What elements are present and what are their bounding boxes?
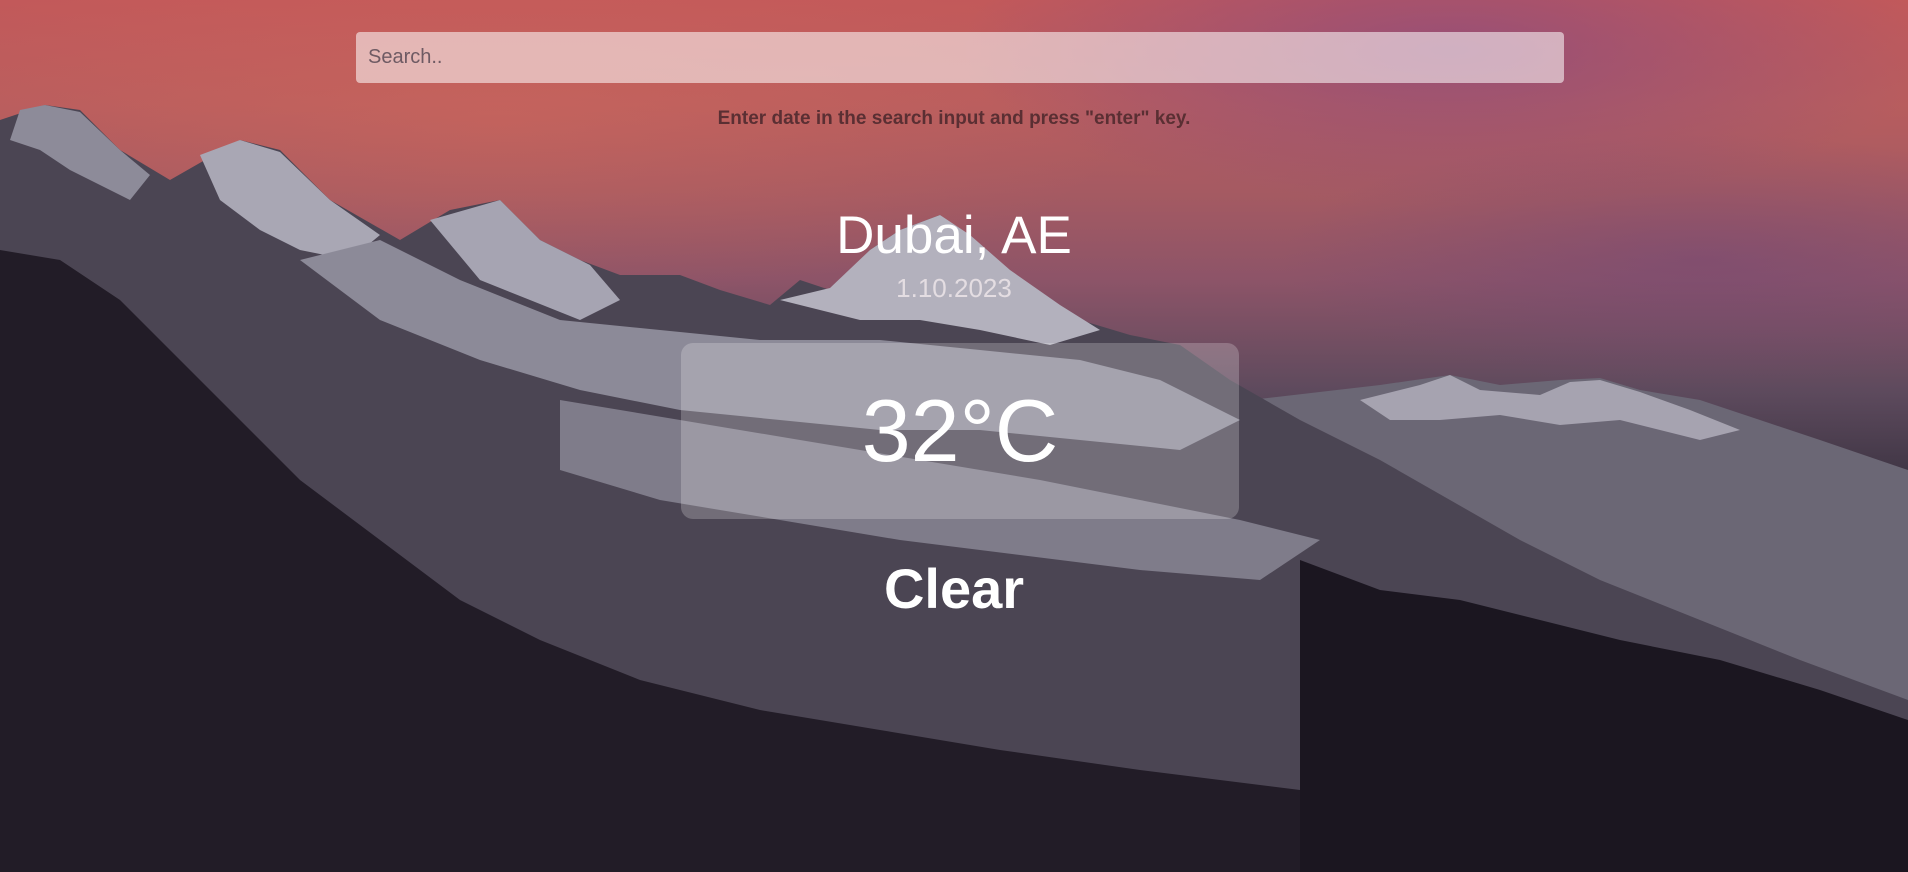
- city-name: Dubai, AE: [836, 206, 1072, 265]
- weather-date: 1.10.2023: [896, 273, 1012, 303]
- search-input[interactable]: [356, 32, 1564, 83]
- weather-page: Enter date in the search input and press…: [0, 0, 1908, 872]
- temperature-card: 32°C: [681, 343, 1239, 519]
- temperature-value: 32°C: [861, 381, 1059, 480]
- search-hint: Enter date in the search input and press…: [717, 108, 1191, 129]
- search-bar: [356, 32, 1564, 83]
- weather-condition: Clear: [883, 557, 1025, 620]
